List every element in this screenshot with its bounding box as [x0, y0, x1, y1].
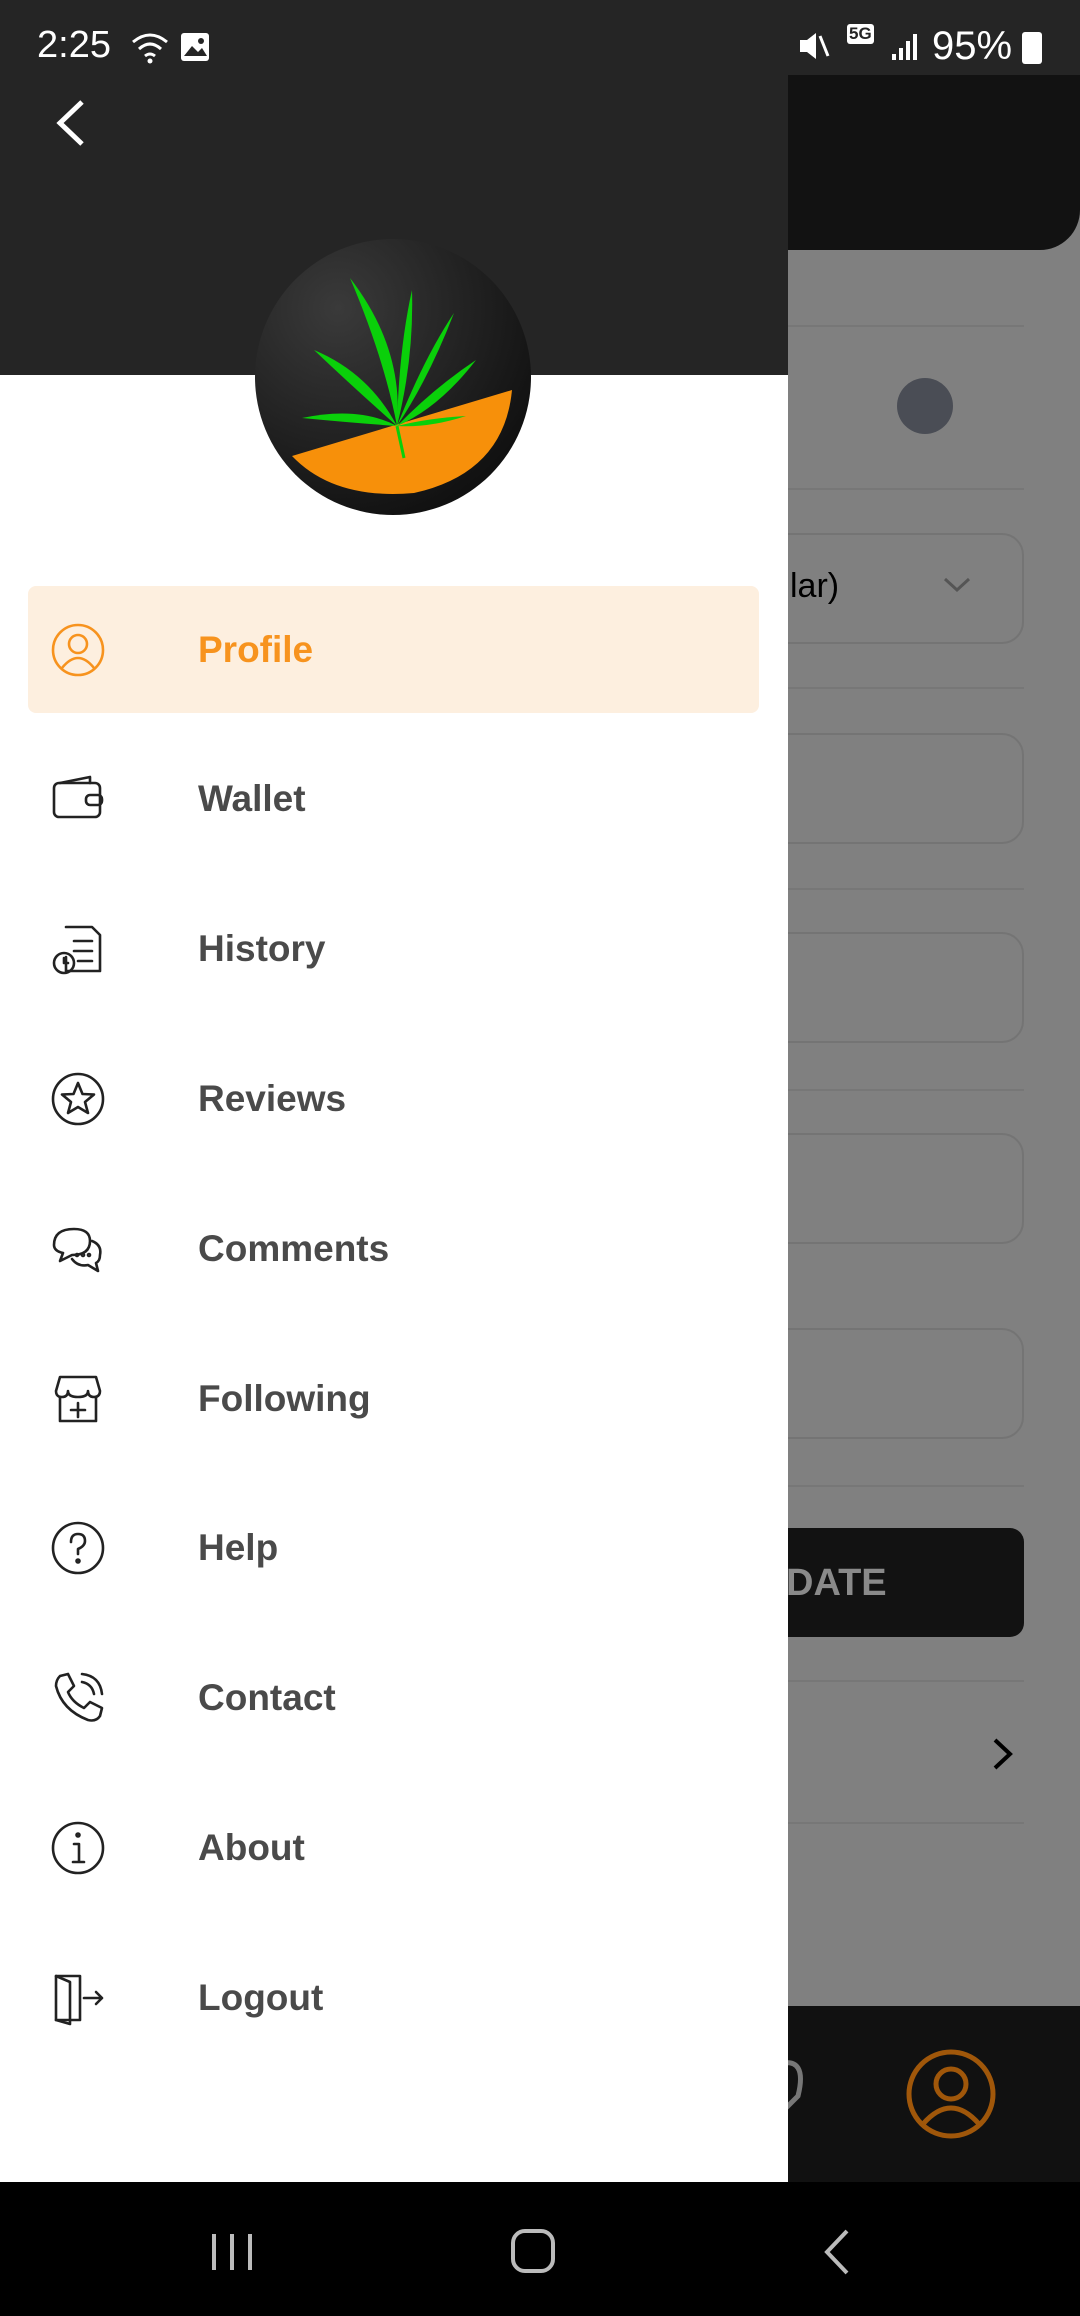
signal-icon — [892, 34, 917, 60]
update-button-label: DATE — [786, 1562, 887, 1604]
menu-item-label: Wallet — [198, 778, 306, 820]
menu-item-help[interactable]: Help — [28, 1485, 759, 1612]
menu-item-label: Logout — [198, 1976, 324, 2018]
menu-item-logout[interactable]: Logout — [28, 1934, 759, 2061]
home-icon[interactable] — [510, 2228, 558, 2274]
status-bar: 2:25 5G 95% — [0, 0, 1080, 75]
wallet-icon — [52, 775, 104, 819]
network-type: 5G — [847, 24, 874, 44]
divider — [788, 1485, 1024, 1487]
chevron-right-icon[interactable] — [990, 1736, 1018, 1772]
history-icon — [52, 925, 102, 975]
divider — [788, 1822, 1024, 1824]
menu-item-label: Profile — [198, 628, 314, 670]
divider — [788, 325, 1024, 327]
chevron-down-icon — [943, 577, 971, 593]
divider — [788, 888, 1024, 890]
battery-icon — [1022, 32, 1042, 64]
back-arrow-icon[interactable] — [52, 98, 88, 148]
menu-item-label: Contact — [198, 1677, 336, 1719]
app-logo-avatar — [255, 239, 531, 515]
menu-item-profile[interactable]: Profile — [28, 586, 759, 713]
comments-icon — [52, 1227, 102, 1272]
menu-item-label: Help — [198, 1527, 279, 1569]
menu-item-about[interactable]: About — [28, 1784, 759, 1911]
divider — [788, 687, 1024, 689]
menu-item-label: About — [198, 1826, 305, 1868]
bottom-tab-bar — [778, 2006, 1080, 2182]
navigation-drawer: Profile Wallet History Reviews Comments Follo… — [0, 0, 788, 2182]
menu-item-following[interactable]: Following — [28, 1335, 759, 1462]
system-back-icon[interactable] — [822, 2228, 852, 2276]
menu-item-comments[interactable]: Comments — [28, 1185, 759, 1312]
help-icon — [51, 1521, 105, 1575]
divider — [788, 1089, 1024, 1091]
wifi-icon — [132, 33, 168, 64]
vibrate-mute-icon — [800, 33, 830, 59]
store-icon — [54, 1375, 102, 1422]
background-header — [788, 75, 1080, 250]
divider — [788, 488, 1024, 490]
menu-item-label: Following — [198, 1377, 371, 1419]
info-icon — [51, 1821, 105, 1875]
status-time: 2:25 — [37, 24, 111, 66]
toggle-knob[interactable] — [897, 378, 953, 434]
phone-icon — [54, 1672, 104, 1722]
logout-icon — [54, 1974, 104, 2025]
image-notification-icon — [181, 33, 209, 61]
dropdown-value: lar) — [790, 567, 840, 605]
star-icon — [51, 1072, 105, 1126]
menu-item-label: History — [198, 928, 326, 970]
menu-item-wallet[interactable]: Wallet — [28, 736, 759, 863]
profile-tab-icon[interactable] — [905, 2048, 997, 2140]
menu-item-label: Comments — [198, 1227, 390, 1269]
menu-item-contact[interactable]: Contact — [28, 1635, 759, 1762]
menu-item-label: Reviews — [198, 1077, 347, 1119]
menu-item-reviews[interactable]: Reviews — [28, 1035, 759, 1162]
recent-apps-icon[interactable] — [210, 2232, 256, 2272]
profile-icon — [51, 623, 105, 676]
system-nav-bar — [0, 2182, 1080, 2316]
divider — [788, 1680, 1024, 1682]
menu-item-history[interactable]: History — [28, 886, 759, 1013]
battery-percent: 95% — [932, 24, 1013, 68]
